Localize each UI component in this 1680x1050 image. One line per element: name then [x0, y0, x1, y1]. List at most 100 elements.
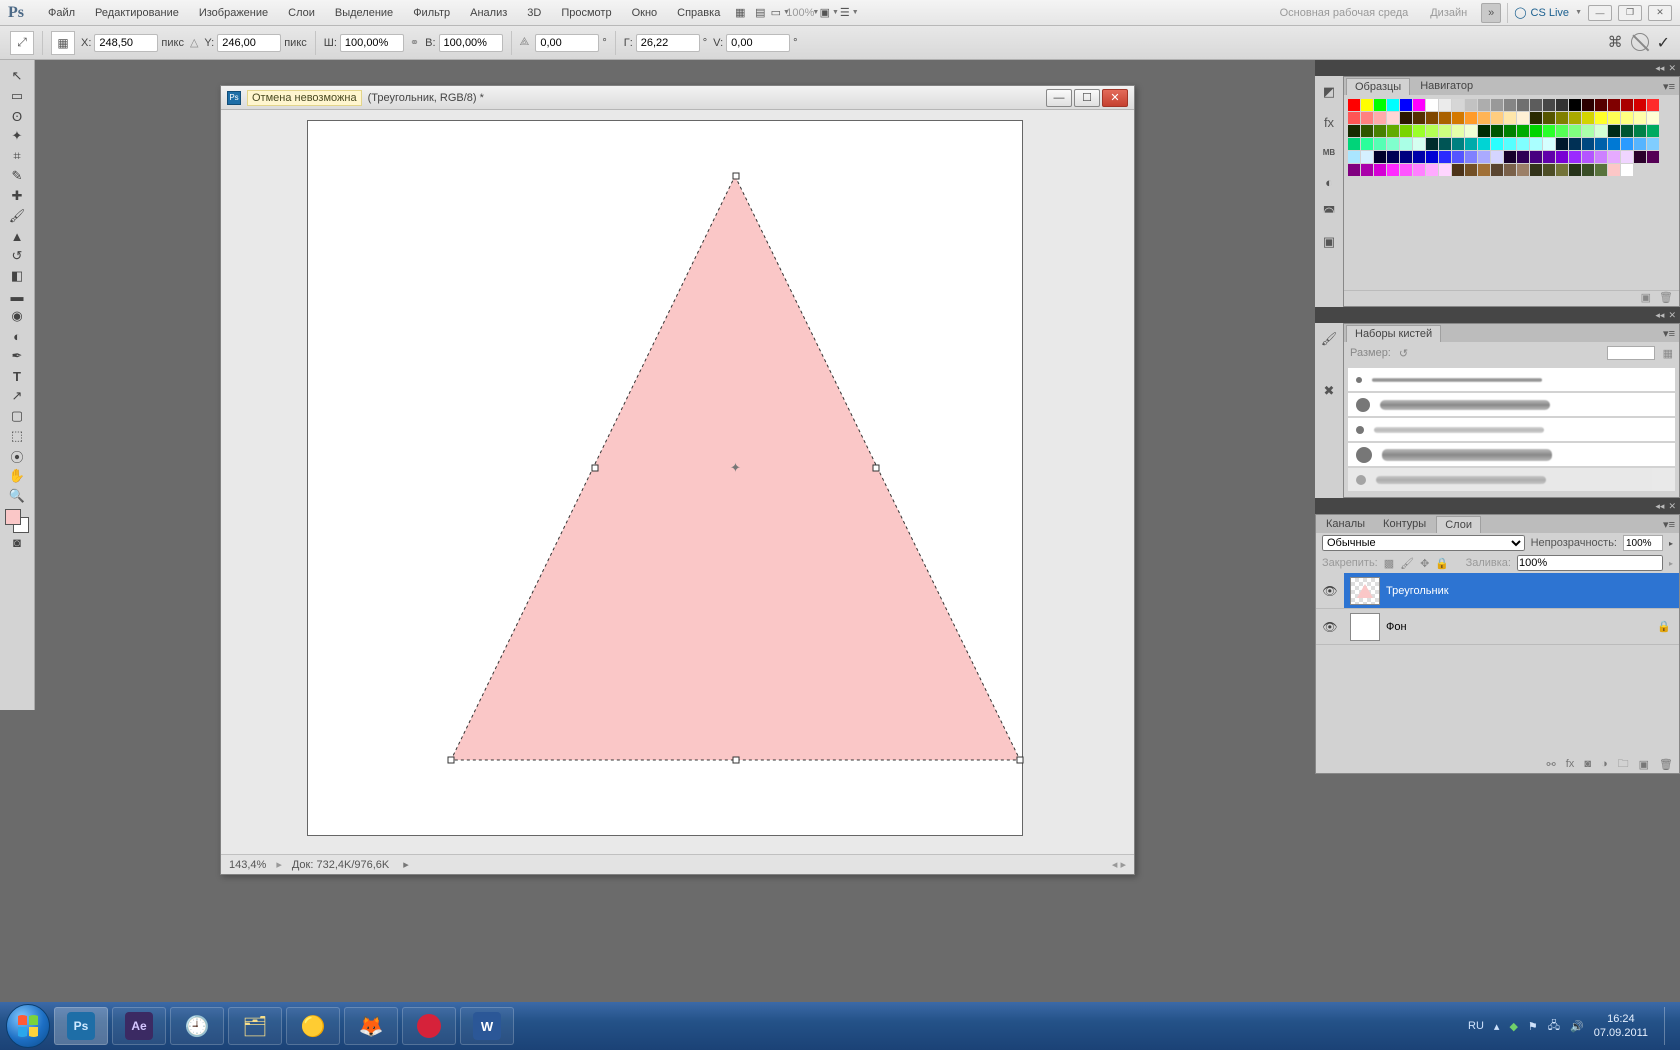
swatch[interactable]: [1465, 138, 1477, 150]
swatch[interactable]: [1621, 112, 1633, 124]
type-tool-icon[interactable]: T: [4, 366, 30, 386]
zoom-tool-icon[interactable]: 🔍: [4, 486, 30, 506]
3d-tool-icon[interactable]: ⬚: [4, 426, 30, 446]
swatch[interactable]: [1465, 99, 1477, 111]
layer-name[interactable]: Треугольник: [1386, 585, 1449, 597]
group-icon[interactable]: 🗀: [1618, 755, 1629, 774]
swatch[interactable]: [1439, 151, 1451, 163]
window-close[interactable]: ✕: [1648, 5, 1672, 21]
swatches-menu-icon[interactable]: ▾≡: [1663, 80, 1675, 93]
swatch[interactable]: [1595, 138, 1607, 150]
task-word[interactable]: W: [460, 1007, 514, 1045]
extras-icon[interactable]: ☰▼: [839, 3, 859, 23]
swatch[interactable]: [1348, 112, 1360, 124]
swatch[interactable]: [1348, 164, 1360, 176]
swatch[interactable]: [1504, 112, 1516, 124]
transform-hskew-input[interactable]: [636, 34, 700, 52]
visibility-icon[interactable]: 👁: [1316, 620, 1344, 634]
swatch[interactable]: [1348, 151, 1360, 163]
panel-close-icon[interactable]: ✕: [1668, 63, 1676, 74]
swatch[interactable]: [1400, 125, 1412, 137]
swatch[interactable]: [1595, 112, 1607, 124]
swatch[interactable]: [1348, 125, 1360, 137]
swatch[interactable]: [1595, 99, 1607, 111]
swatch[interactable]: [1426, 151, 1438, 163]
swatch[interactable]: [1413, 112, 1425, 124]
swatch[interactable]: [1413, 99, 1425, 111]
layers-menu-icon[interactable]: ▾≡: [1663, 518, 1675, 531]
transform-w-input[interactable]: [340, 34, 404, 52]
crop-tool-icon[interactable]: ⌗: [4, 146, 30, 166]
start-button[interactable]: [6, 1004, 50, 1048]
swatch[interactable]: [1543, 164, 1555, 176]
swatch[interactable]: [1621, 99, 1633, 111]
swatch[interactable]: [1530, 151, 1542, 163]
link-layers-icon[interactable]: ⚯: [1547, 758, 1556, 771]
swatch[interactable]: [1413, 125, 1425, 137]
swatch[interactable]: [1556, 112, 1568, 124]
layer-name[interactable]: Фон: [1386, 621, 1407, 633]
cancel-transform-icon[interactable]: [1631, 33, 1649, 51]
zoom-preset[interactable]: 100%: [790, 3, 810, 23]
task-chrome[interactable]: 🟡: [286, 1007, 340, 1045]
3dcam-tool-icon[interactable]: ⦿: [4, 446, 30, 466]
gradient-tool-icon[interactable]: ▬: [4, 286, 30, 306]
pen-tool-icon[interactable]: ✒: [4, 346, 30, 366]
tab-navigator[interactable]: Навигатор: [1412, 78, 1481, 94]
swatch[interactable]: [1543, 151, 1555, 163]
swatch[interactable]: [1426, 125, 1438, 137]
swatch[interactable]: [1387, 151, 1399, 163]
layer-fx-icon[interactable]: fx: [1566, 758, 1575, 770]
heal-tool-icon[interactable]: ✚: [4, 186, 30, 206]
swatch[interactable]: [1621, 164, 1633, 176]
workspace-more-icon[interactable]: »: [1481, 3, 1501, 23]
menu-view[interactable]: Просмотр: [551, 3, 621, 23]
menu-image[interactable]: Изображение: [189, 3, 278, 23]
swatch[interactable]: [1634, 138, 1646, 150]
swatch[interactable]: [1517, 151, 1529, 163]
swatch[interactable]: [1504, 151, 1516, 163]
menu-edit[interactable]: Редактирование: [85, 3, 189, 23]
swatch[interactable]: [1478, 99, 1490, 111]
swatch[interactable]: [1543, 138, 1555, 150]
swatch[interactable]: [1556, 151, 1568, 163]
swatch[interactable]: [1504, 99, 1516, 111]
swatch[interactable]: [1569, 112, 1581, 124]
swatch[interactable]: [1647, 151, 1659, 163]
swatch[interactable]: [1491, 125, 1503, 137]
show-desktop[interactable]: [1664, 1007, 1674, 1045]
tray-clock[interactable]: 16:24 07.09.2011: [1594, 1012, 1648, 1040]
menu-select[interactable]: Выделение: [325, 3, 403, 23]
swatch[interactable]: [1491, 138, 1503, 150]
transform-angle-input[interactable]: [535, 34, 599, 52]
swatch[interactable]: [1504, 164, 1516, 176]
tab-layers[interactable]: Слои: [1436, 516, 1481, 533]
layer-item-triangle[interactable]: 👁 Треугольник: [1316, 573, 1679, 609]
swatch[interactable]: [1517, 138, 1529, 150]
swatch[interactable]: [1426, 112, 1438, 124]
swatch[interactable]: [1530, 99, 1542, 111]
swatch[interactable]: [1374, 164, 1386, 176]
doc-minimize[interactable]: —: [1046, 89, 1072, 107]
stamp-tool-icon[interactable]: ▲: [4, 226, 30, 246]
workspace-design[interactable]: Дизайн: [1422, 7, 1475, 19]
blur-tool-icon[interactable]: ◉: [4, 306, 30, 326]
swatch[interactable]: [1413, 151, 1425, 163]
swatch[interactable]: [1452, 112, 1464, 124]
swatch[interactable]: [1569, 164, 1581, 176]
swatch[interactable]: [1647, 112, 1659, 124]
swatch[interactable]: [1621, 125, 1633, 137]
swatch[interactable]: [1530, 138, 1542, 150]
swatch[interactable]: [1569, 151, 1581, 163]
triangle-shape[interactable]: ✦: [448, 173, 1023, 763]
swatch[interactable]: [1608, 112, 1620, 124]
swatches-grid[interactable]: [1344, 95, 1664, 180]
fill-input[interactable]: [1517, 555, 1663, 571]
tray-net-icon[interactable]: 🖧: [1548, 1017, 1560, 1036]
adjust-layer-icon[interactable]: ◑: [1601, 758, 1608, 770]
shape-tool-icon[interactable]: ▢: [4, 406, 30, 426]
swatch[interactable]: [1517, 125, 1529, 137]
lock-pixels-icon[interactable]: 🖌: [1400, 557, 1414, 570]
swatch[interactable]: [1608, 125, 1620, 137]
swatch[interactable]: [1452, 151, 1464, 163]
